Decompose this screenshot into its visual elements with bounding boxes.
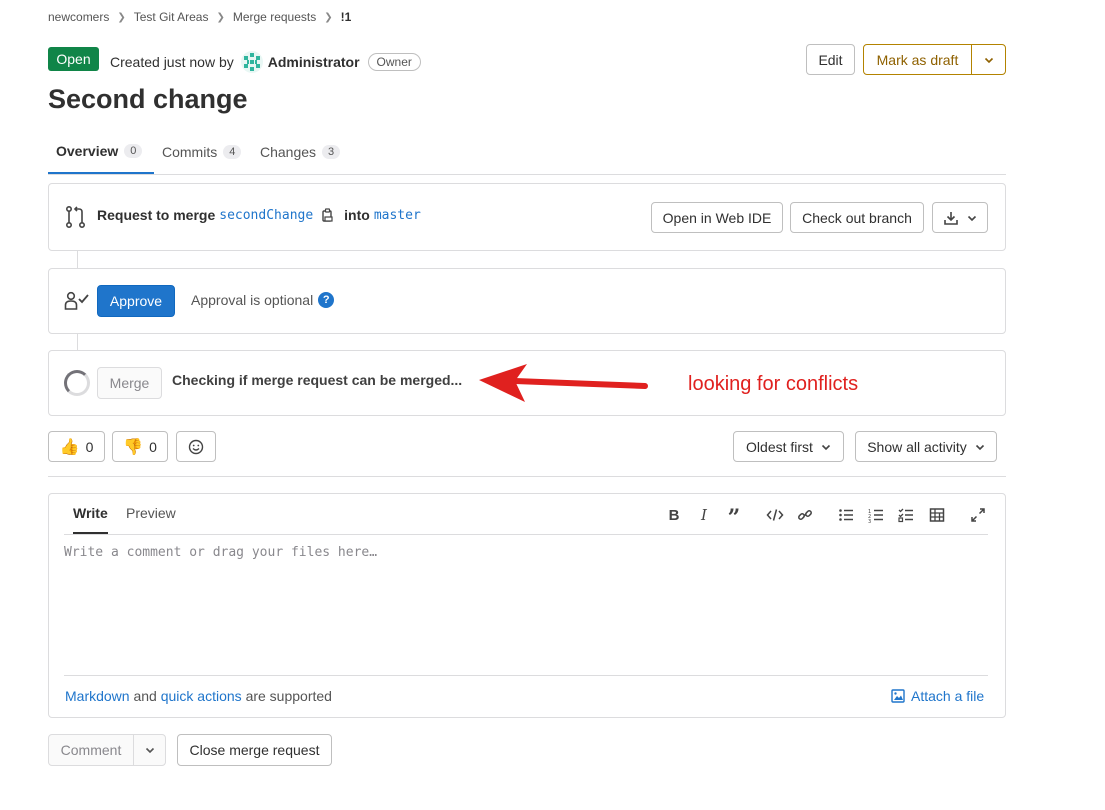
editor-divider	[64, 675, 988, 676]
breadcrumb-item-merge-requests[interactable]: Merge requests	[233, 10, 316, 24]
numbered-list-icon[interactable]: 1 2 3	[868, 507, 884, 523]
edit-button[interactable]: Edit	[806, 44, 855, 75]
annotation-text: looking for conflicts	[688, 373, 859, 395]
add-reaction-button[interactable]	[176, 431, 216, 462]
thumbs-down-icon: 👎	[123, 438, 144, 456]
avatar[interactable]	[240, 50, 264, 74]
tab-count: 3	[322, 145, 341, 159]
chevron-down-icon	[984, 57, 993, 63]
timeline-connector	[77, 334, 78, 350]
svg-text:3: 3	[868, 519, 871, 523]
tab-count: 0	[124, 144, 143, 158]
check-out-branch-button[interactable]: Check out branch	[790, 202, 924, 233]
comment-textarea[interactable]: Write a comment or drag your files here…	[64, 545, 988, 670]
sort-order-label: Oldest first	[746, 438, 813, 455]
breadcrumb-item-group[interactable]: newcomers	[48, 10, 109, 24]
activity-filter-label: Show all activity	[867, 438, 967, 455]
comment-type-dropdown-toggle[interactable]	[134, 735, 165, 765]
into-label: into	[344, 207, 370, 223]
thumbs-up-reaction-button[interactable]: 👍 0	[48, 431, 105, 462]
mark-as-draft-button-group: Mark as draft	[863, 44, 1006, 75]
copy-icon[interactable]	[322, 208, 334, 222]
chevron-down-icon	[821, 444, 831, 450]
target-branch-link[interactable]: master	[374, 208, 421, 223]
status-badge: Open	[48, 47, 99, 71]
created-by-line: Created just now by Administrator Owner	[110, 50, 421, 74]
download-dropdown-button[interactable]	[932, 202, 988, 233]
annotation-arrow	[479, 364, 648, 402]
author-name[interactable]: Administrator	[268, 54, 360, 70]
table-icon[interactable]	[929, 507, 945, 523]
tab-count: 4	[223, 145, 242, 159]
code-icon[interactable]	[766, 507, 784, 523]
chevron-right-icon: ❯	[117, 11, 126, 23]
thumbs-up-icon: 👍	[59, 438, 80, 456]
role-badge: Owner	[367, 53, 421, 71]
divider	[48, 476, 1006, 477]
markdown-note: Markdown and quick actions are supported	[65, 688, 332, 704]
image-icon	[891, 689, 905, 703]
merge-request-branches: Request to merge secondChange into maste…	[97, 207, 421, 223]
tab-preview[interactable]: Preview	[126, 505, 176, 521]
request-to-merge-label: Request to merge	[97, 207, 216, 223]
loading-spinner-icon	[64, 370, 90, 396]
link-icon[interactable]	[797, 507, 813, 523]
approve-button[interactable]: Approve	[97, 285, 175, 317]
chevron-down-icon	[975, 444, 984, 450]
merge-button[interactable]: Merge	[97, 367, 162, 399]
breadcrumb-item-current[interactable]: !1	[341, 10, 352, 24]
chevron-down-icon	[967, 215, 977, 221]
approval-status: Approval is optional ?	[191, 292, 335, 308]
thumbs-down-reaction-button[interactable]: 👎 0	[112, 431, 168, 462]
created-prefix: Created just now by	[110, 54, 234, 70]
tab-commits[interactable]: Commits 4	[162, 130, 242, 174]
page-title: Second change	[48, 84, 248, 114]
smiley-icon	[188, 439, 204, 454]
approval-user-check-icon	[64, 291, 89, 310]
comment-button[interactable]: Comment	[49, 735, 134, 765]
close-merge-request-button[interactable]: Close merge request	[177, 734, 332, 766]
italic-icon[interactable]: I	[696, 505, 712, 525]
merge-request-tabs: Overview 0 Commits 4 Changes 3	[48, 130, 1006, 175]
chevron-right-icon: ❯	[324, 11, 333, 23]
quick-actions-link[interactable]: quick actions	[161, 688, 242, 704]
sort-order-dropdown[interactable]: Oldest first	[733, 431, 844, 462]
approval-status-text: Approval is optional	[191, 292, 314, 308]
editor-divider	[64, 534, 988, 535]
mark-as-draft-button[interactable]: Mark as draft	[864, 45, 972, 74]
download-icon	[944, 211, 958, 225]
timeline-connector	[77, 251, 78, 268]
comment-button-group: Comment	[48, 734, 166, 766]
attach-file-label: Attach a file	[911, 688, 985, 704]
chevron-right-icon: ❯	[216, 11, 225, 23]
tab-overview[interactable]: Overview 0	[48, 130, 154, 174]
merge-status-text: Checking if merge request can be merged.…	[172, 372, 463, 388]
thumbs-up-count: 0	[85, 438, 94, 455]
question-mark-icon[interactable]: ?	[318, 292, 335, 308]
tab-label: Commits	[162, 144, 218, 160]
breadcrumb-item-project[interactable]: Test Git Areas	[134, 10, 209, 24]
chevron-down-icon	[145, 747, 154, 754]
quote-icon[interactable]: ”	[725, 505, 743, 531]
tab-changes[interactable]: Changes 3	[260, 130, 341, 174]
breadcrumb: newcomers ❯ Test Git Areas ❯ Merge reque…	[48, 10, 351, 24]
tab-label: Overview	[56, 143, 119, 159]
thumbs-down-count: 0	[149, 438, 157, 455]
bold-icon[interactable]: B	[666, 505, 682, 525]
tab-write[interactable]: Write	[73, 505, 108, 534]
bulleted-list-icon[interactable]	[838, 507, 854, 523]
merge-request-icon	[65, 205, 86, 228]
tab-label: Changes	[260, 144, 317, 160]
open-in-web-ide-button[interactable]: Open in Web IDE	[651, 202, 783, 233]
markdown-link[interactable]: Markdown	[65, 688, 130, 704]
and-text: and	[133, 688, 157, 704]
supported-text: are supported	[245, 688, 332, 704]
source-branch-link[interactable]: secondChange	[219, 208, 313, 223]
draft-dropdown-toggle[interactable]	[972, 45, 1005, 74]
activity-filter-dropdown[interactable]: Show all activity	[855, 431, 997, 462]
fullscreen-icon[interactable]	[970, 507, 986, 523]
task-list-icon[interactable]	[898, 507, 914, 523]
attach-file-button[interactable]: Attach a file	[891, 688, 984, 704]
